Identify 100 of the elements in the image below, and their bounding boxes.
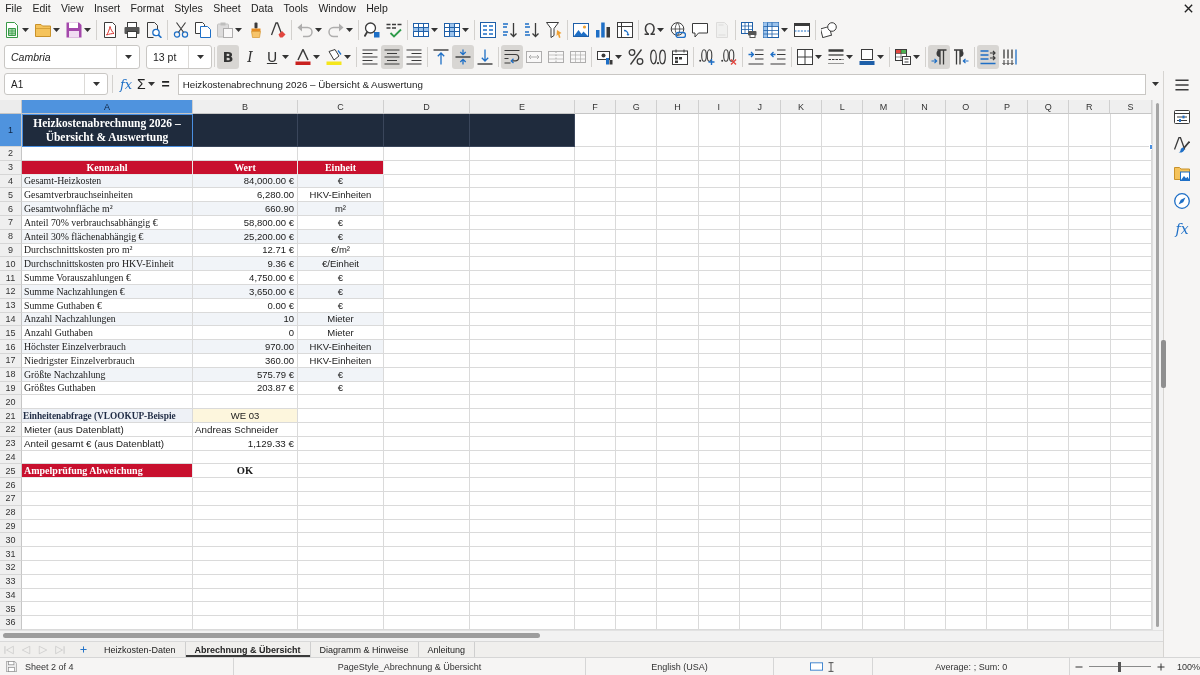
row-header[interactable]: 6 [0, 202, 22, 216]
column-header[interactable]: C [298, 100, 384, 114]
table-cell: Anteil gesamt € (aus Datenblatt) [22, 436, 193, 451]
scrollbar-thumb[interactable] [1156, 103, 1159, 627]
scrollbar-thumb[interactable] [3, 633, 540, 638]
pdf-document-icon [102, 22, 118, 38]
caret-icon [781, 28, 789, 32]
menu-item[interactable]: Format [125, 0, 169, 17]
underline-button[interactable]: U [261, 45, 292, 69]
align-middle-button[interactable] [452, 45, 474, 69]
row-header[interactable]: 35 [0, 602, 22, 617]
sum-button[interactable]: Σ [135, 73, 157, 95]
row-header[interactable]: 21 [0, 409, 22, 423]
left-to-right-button[interactable] [928, 45, 950, 69]
sheet-tab[interactable]: Anleitung [418, 642, 476, 657]
frozen-grid-icon [763, 22, 780, 38]
bold-button[interactable]: B [217, 45, 239, 69]
menu-icon [1175, 78, 1189, 92]
column-header[interactable]: N [904, 100, 946, 114]
table-cell: 58,800.00 € [193, 216, 298, 230]
column-header[interactable]: J [739, 100, 781, 114]
column-header[interactable]: S [1110, 100, 1152, 114]
column-header[interactable]: Q [1028, 100, 1070, 114]
selection-summary: Average: ; Sum: 0 [935, 661, 1008, 672]
table-cell: Mieter (aus Datenblatt) [22, 422, 193, 437]
table-cell: € [298, 298, 384, 313]
column-header[interactable]: O [945, 100, 987, 114]
column-header[interactable]: I [698, 100, 740, 114]
status-label-cell: Ampelprüfung Abweichung [22, 464, 193, 479]
row-header[interactable]: 5 [0, 188, 22, 203]
menu-item[interactable]: Window [313, 0, 361, 17]
table-cell: 4,750.00 € [193, 271, 298, 285]
menu-item[interactable]: Edit [27, 0, 56, 17]
row-header[interactable]: 16 [0, 340, 22, 354]
wrap-text-button[interactable] [501, 45, 523, 69]
row-header[interactable]: 2 [0, 147, 22, 161]
table-cell: €/Einheit [298, 257, 384, 272]
row-header[interactable]: 25 [0, 464, 22, 479]
column-header[interactable]: K [780, 100, 823, 114]
special-character-button[interactable]: Ω [641, 18, 668, 42]
conditional-format-icon [895, 49, 911, 65]
column-header[interactable]: R [1069, 100, 1111, 114]
row-header[interactable]: 30 [0, 533, 22, 548]
align-center-button[interactable] [381, 45, 403, 69]
italic-button[interactable]: I [239, 45, 261, 69]
sheet-tab[interactable]: Heizkosten-Daten [95, 642, 186, 657]
row-header[interactable]: 20 [0, 395, 22, 410]
menu-item[interactable]: Tools [278, 0, 314, 17]
column-header[interactable]: P [986, 100, 1029, 114]
spreadsheet-document-icon [4, 22, 20, 38]
banknote-coins-icon [597, 49, 613, 65]
text-horizontal-button[interactable] [977, 45, 999, 69]
column-header[interactable]: L [822, 100, 864, 114]
calendar-icon [672, 49, 688, 65]
row-header[interactable]: 1 [0, 114, 22, 147]
font-name-field[interactable]: Cambria [4, 45, 140, 69]
horizontal-scrollbar[interactable] [0, 630, 1163, 641]
cell-grid[interactable] [0, 114, 1152, 630]
column-header[interactable]: B [193, 100, 298, 114]
row-header[interactable]: 26 [0, 478, 22, 492]
formula-input-field[interactable]: Heizkostenabrechnung 2026 – Übersicht & Auswertung [177, 73, 1146, 95]
sheet-tab[interactable]: Diagramm & Hinweise [310, 642, 419, 657]
skip-forward-icon [54, 644, 65, 655]
sort-ascending-icon [502, 22, 518, 38]
font-size-field[interactable]: 13 pt [146, 45, 212, 69]
picture-folder-icon [1174, 165, 1190, 181]
column-header[interactable]: G [616, 100, 658, 114]
column-header[interactable]: M [863, 100, 905, 114]
row-header[interactable]: 31 [0, 547, 22, 561]
name-box-field[interactable]: A1 [4, 73, 108, 95]
column-header[interactable]: D [384, 100, 470, 114]
column-header[interactable]: A [22, 100, 193, 114]
table-cell: 9.36 € [193, 257, 298, 272]
formula-button[interactable]: = [156, 73, 175, 95]
row-header[interactable]: 15 [0, 326, 22, 341]
left-triangle-icon [20, 644, 31, 655]
sidebar-handle[interactable] [1161, 340, 1166, 388]
functions-tab[interactable]: fx [1169, 216, 1195, 242]
menu-item[interactable]: Help [361, 0, 393, 17]
menu-item[interactable]: Data [245, 0, 279, 17]
row-header[interactable]: 36 [0, 616, 22, 630]
menu-item[interactable]: Sheet [207, 0, 246, 17]
menu-item[interactable]: File [0, 0, 28, 17]
row-header[interactable]: 11 [0, 271, 22, 285]
vertical-scrollbar[interactable] [1152, 100, 1163, 630]
menu-item[interactable]: Insert [88, 0, 126, 17]
merge-cells-icon [548, 49, 564, 65]
decrease-indent-icon [770, 49, 786, 65]
column-header[interactable]: H [657, 100, 699, 114]
column-header[interactable]: F [575, 100, 617, 114]
menu-item[interactable]: View [55, 0, 89, 17]
sheet-tab[interactable]: Abrechnung & Übersicht [185, 642, 311, 657]
column-header[interactable]: E [470, 100, 575, 114]
function-wizard-button[interactable]: fx [117, 73, 135, 95]
merge-center-icon [526, 49, 542, 65]
menu-item[interactable]: Styles [169, 0, 208, 17]
decimal-number-icon [650, 49, 666, 65]
table-cell: 660.90 [193, 202, 298, 216]
slider-thumb[interactable] [1118, 661, 1122, 672]
row-header[interactable]: 10 [0, 257, 22, 272]
